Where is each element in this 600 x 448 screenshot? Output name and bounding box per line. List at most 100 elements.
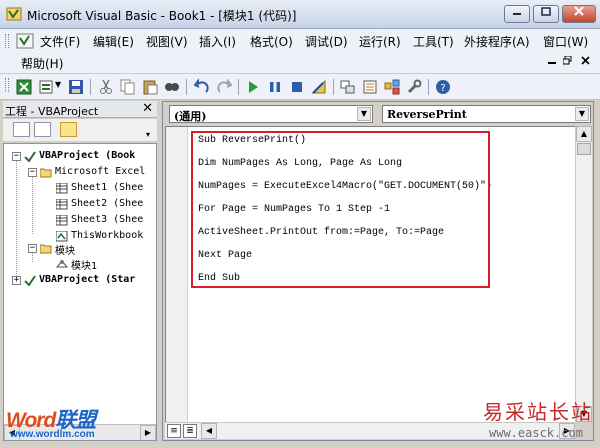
mdi-close-button[interactable] — [581, 55, 590, 68]
vba-project-icon — [24, 151, 36, 162]
redo-icon[interactable] — [216, 79, 232, 95]
undo-icon[interactable] — [194, 79, 210, 95]
procedure-view-icon[interactable]: ≡ — [167, 424, 181, 438]
scroll-up-icon[interactable]: ▲ — [576, 126, 592, 142]
mdi-minimize-button[interactable] — [548, 55, 557, 68]
object-combo-value: (通用) — [174, 110, 207, 123]
minimize-icon — [548, 62, 556, 64]
collapse-icon[interactable]: − — [28, 244, 37, 253]
menu-tools[interactable]: 工具(T) — [413, 33, 454, 50]
wordlm-url: www.wordlm.com — [10, 429, 95, 440]
procedure-combo-value: ReversePrint — [387, 108, 467, 121]
scroll-right-icon[interactable]: ▶ — [140, 425, 156, 440]
menu-insert[interactable]: 插入(I) — [199, 33, 236, 50]
full-module-view-icon[interactable]: ≣ — [183, 424, 197, 438]
minimize-icon — [513, 13, 521, 15]
tree-line — [16, 158, 17, 278]
menu-edit[interactable]: 编辑(E) — [93, 33, 134, 50]
excel-view-icon[interactable] — [16, 79, 32, 95]
procedure-combo[interactable]: ReversePrint ▼ — [382, 105, 591, 123]
reset-icon[interactable] — [289, 79, 305, 95]
run-icon[interactable] — [245, 79, 261, 95]
view-object-icon[interactable] — [34, 122, 51, 137]
toolbar-separator — [186, 79, 187, 95]
toolbar-separator — [333, 79, 334, 95]
mdi-restore-button[interactable] — [562, 55, 572, 68]
toolbar-overflow-icon[interactable]: ▾ — [146, 130, 150, 139]
standard-toolbar: ▼ ? — [0, 73, 600, 100]
tree-node-vbaproject-book[interactable]: − VBAProject (Book — [12, 150, 156, 164]
tree-node-modules[interactable]: − 模块 — [28, 242, 156, 257]
window-title: Microsoft Visual Basic - Book1 - [模块1 (代… — [27, 9, 297, 23]
tree-node-sheet1[interactable]: Sheet1 (Shee — [44, 182, 156, 196]
insert-module-icon[interactable] — [38, 79, 54, 95]
minimize-button[interactable] — [504, 5, 530, 23]
object-combo[interactable]: (通用) ▼ — [169, 105, 373, 123]
view-code-icon[interactable] — [13, 122, 30, 137]
design-mode-icon[interactable] — [311, 79, 327, 95]
object-browser-icon[interactable] — [384, 79, 400, 95]
code-window: (通用) ▼ ReversePrint ▼ Sub ReversePrint()… — [162, 101, 594, 441]
vba-project-icon — [24, 275, 36, 286]
code-highlight-box — [191, 131, 490, 288]
menu-addins[interactable]: 外接程序(A) — [464, 33, 530, 50]
menu-view[interactable]: 视图(V) — [146, 33, 188, 50]
maximize-button[interactable] — [533, 5, 559, 23]
tree-node-excel-objects[interactable]: − Microsoft Excel — [28, 166, 156, 180]
toolbar-separator — [90, 79, 91, 95]
save-icon[interactable] — [68, 79, 84, 95]
menu-grip[interactable] — [5, 34, 9, 48]
title-bar: Microsoft Visual Basic - Book1 - [模块1 (代… — [0, 0, 600, 29]
find-icon[interactable] — [164, 79, 180, 95]
menu-file[interactable]: 文件(F) — [40, 33, 80, 50]
break-icon[interactable] — [267, 79, 283, 95]
project-explorer-icon[interactable] — [340, 79, 356, 95]
expand-icon[interactable]: + — [12, 276, 21, 285]
easck-logo: 易采站长站 — [483, 400, 593, 424]
folder-open-icon — [40, 168, 52, 178]
paste-icon[interactable] — [142, 79, 158, 95]
close-icon — [574, 6, 584, 16]
copy-icon[interactable] — [120, 79, 136, 95]
collapse-icon[interactable]: − — [12, 152, 21, 161]
menu-format[interactable]: 格式(O) — [250, 33, 293, 50]
workbook-icon — [56, 231, 68, 242]
menu-window[interactable]: 窗口(W) — [543, 33, 588, 50]
folder-open-icon — [40, 244, 52, 254]
code-vertical-scrollbar[interactable]: ▲ ▼ — [575, 126, 592, 422]
tree-line — [32, 174, 33, 234]
toolbox-icon[interactable] — [406, 79, 422, 95]
dropdown-arrow-icon[interactable]: ▼ — [55, 80, 61, 89]
vba-app-icon[interactable] — [6, 6, 22, 22]
module-icon — [56, 260, 68, 268]
tree-node-sheet3[interactable]: Sheet3 (Shee — [44, 214, 156, 228]
menu-debug[interactable]: 调试(D) — [305, 33, 348, 50]
menu-run[interactable]: 运行(R) — [359, 33, 401, 50]
collapse-icon[interactable]: − — [28, 168, 37, 177]
tree-node-module1[interactable]: 模块1 — [44, 257, 156, 272]
worksheet-icon — [56, 215, 68, 226]
cut-icon[interactable] — [98, 79, 114, 95]
help-icon[interactable]: ? — [435, 79, 451, 95]
chevron-down-icon[interactable]: ▼ — [357, 107, 371, 121]
code-editor[interactable]: Sub ReversePrint() Dim NumPages As Long,… — [165, 126, 575, 422]
scroll-thumb[interactable] — [577, 143, 591, 155]
worksheet-icon — [56, 199, 68, 210]
close-button[interactable] — [562, 5, 596, 23]
worksheet-icon — [56, 183, 68, 194]
properties-icon[interactable] — [362, 79, 378, 95]
project-close-button[interactable]: ✕ — [142, 101, 153, 116]
code-margin[interactable] — [166, 127, 188, 422]
chevron-down-icon[interactable]: ▼ — [575, 107, 589, 121]
project-explorer-header: 工程 - VBAProject ✕ — [3, 101, 157, 118]
toolbar-separator — [238, 79, 239, 95]
restore-icon — [541, 7, 551, 16]
restore-icon — [562, 55, 572, 65]
module-code-icon[interactable] — [16, 33, 34, 49]
tree-node-vbaproject-start[interactable]: + VBAProject (Star — [12, 274, 156, 288]
toggle-folders-icon[interactable] — [60, 122, 77, 137]
menu-help[interactable]: 帮助(H) — [21, 55, 63, 72]
scroll-left-icon[interactable]: ◀ — [201, 423, 217, 439]
tree-node-sheet2[interactable]: Sheet2 (Shee — [44, 198, 156, 212]
toolbar-grip[interactable] — [5, 78, 9, 92]
